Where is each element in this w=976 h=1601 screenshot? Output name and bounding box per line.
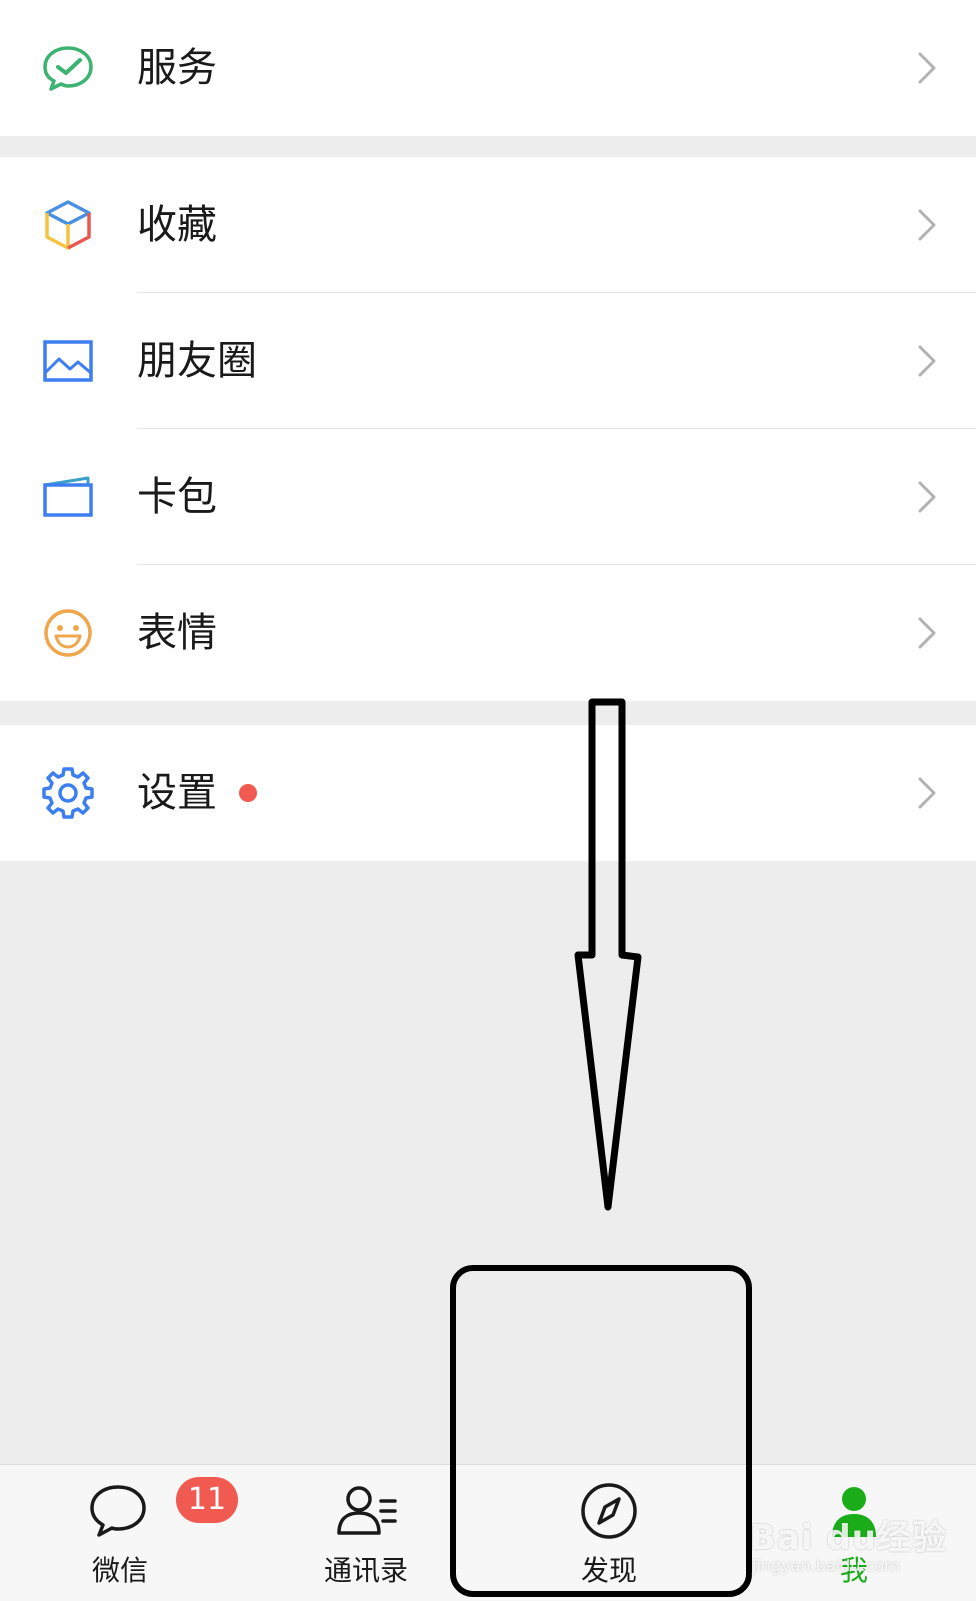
menu-item-favorites[interactable]: 收藏	[0, 157, 976, 293]
favorites-cube-icon	[45, 200, 91, 250]
compass-icon	[581, 1483, 637, 1539]
chevron-right-icon	[918, 617, 936, 649]
chevron-right-icon	[918, 209, 936, 241]
menu-item-label: 朋友圈	[137, 338, 257, 384]
tab-label: 通讯录	[323, 1554, 408, 1587]
tab-label: 微信	[91, 1554, 148, 1587]
chevron-right-icon	[918, 481, 936, 513]
menu-group-main: 收藏 朋友圈 卡包 表情	[0, 157, 976, 701]
card-wallet-icon	[43, 476, 93, 517]
menu-item-card-wallet[interactable]: 卡包	[0, 429, 976, 565]
unread-red-dot	[239, 784, 257, 802]
chat-bubble-icon	[90, 1485, 146, 1537]
baidu-watermark-url: jingyan.baidu.com	[752, 1556, 900, 1575]
menu-item-label: 收藏	[137, 202, 217, 248]
moments-image-icon	[43, 340, 93, 382]
chevron-right-icon	[918, 777, 936, 809]
menu-item-stickers[interactable]: 表情	[0, 565, 976, 701]
tab-label: 发现	[580, 1554, 637, 1587]
menu-item-label: 卡包	[137, 474, 217, 520]
menu-group-settings: 设置	[0, 725, 976, 861]
menu-item-label: 表情	[137, 610, 217, 656]
menu-item-label: 服务	[137, 45, 217, 91]
tab-discover[interactable]: 发现	[529, 1465, 689, 1601]
gear-icon	[42, 767, 94, 819]
baidu-watermark: Bai du经验	[750, 1518, 947, 1558]
contacts-icon	[337, 1486, 397, 1535]
menu-item-moments[interactable]: 朋友圈	[0, 293, 976, 429]
tab-chats[interactable]: 11 微信	[40, 1465, 238, 1601]
menu-item-settings[interactable]: 设置	[0, 725, 976, 861]
tab-contacts[interactable]: 通讯录	[286, 1465, 446, 1601]
chevron-right-icon	[918, 52, 936, 84]
smiley-face-icon	[44, 609, 92, 657]
chevron-right-icon	[918, 345, 936, 377]
menu-item-label: 设置	[137, 770, 217, 816]
menu-item-services[interactable]: 服务	[0, 0, 976, 136]
wechat-pay-check-icon	[43, 46, 93, 91]
menu-group-services: 服务	[0, 0, 976, 136]
unread-count-badge: 11	[176, 1477, 238, 1523]
